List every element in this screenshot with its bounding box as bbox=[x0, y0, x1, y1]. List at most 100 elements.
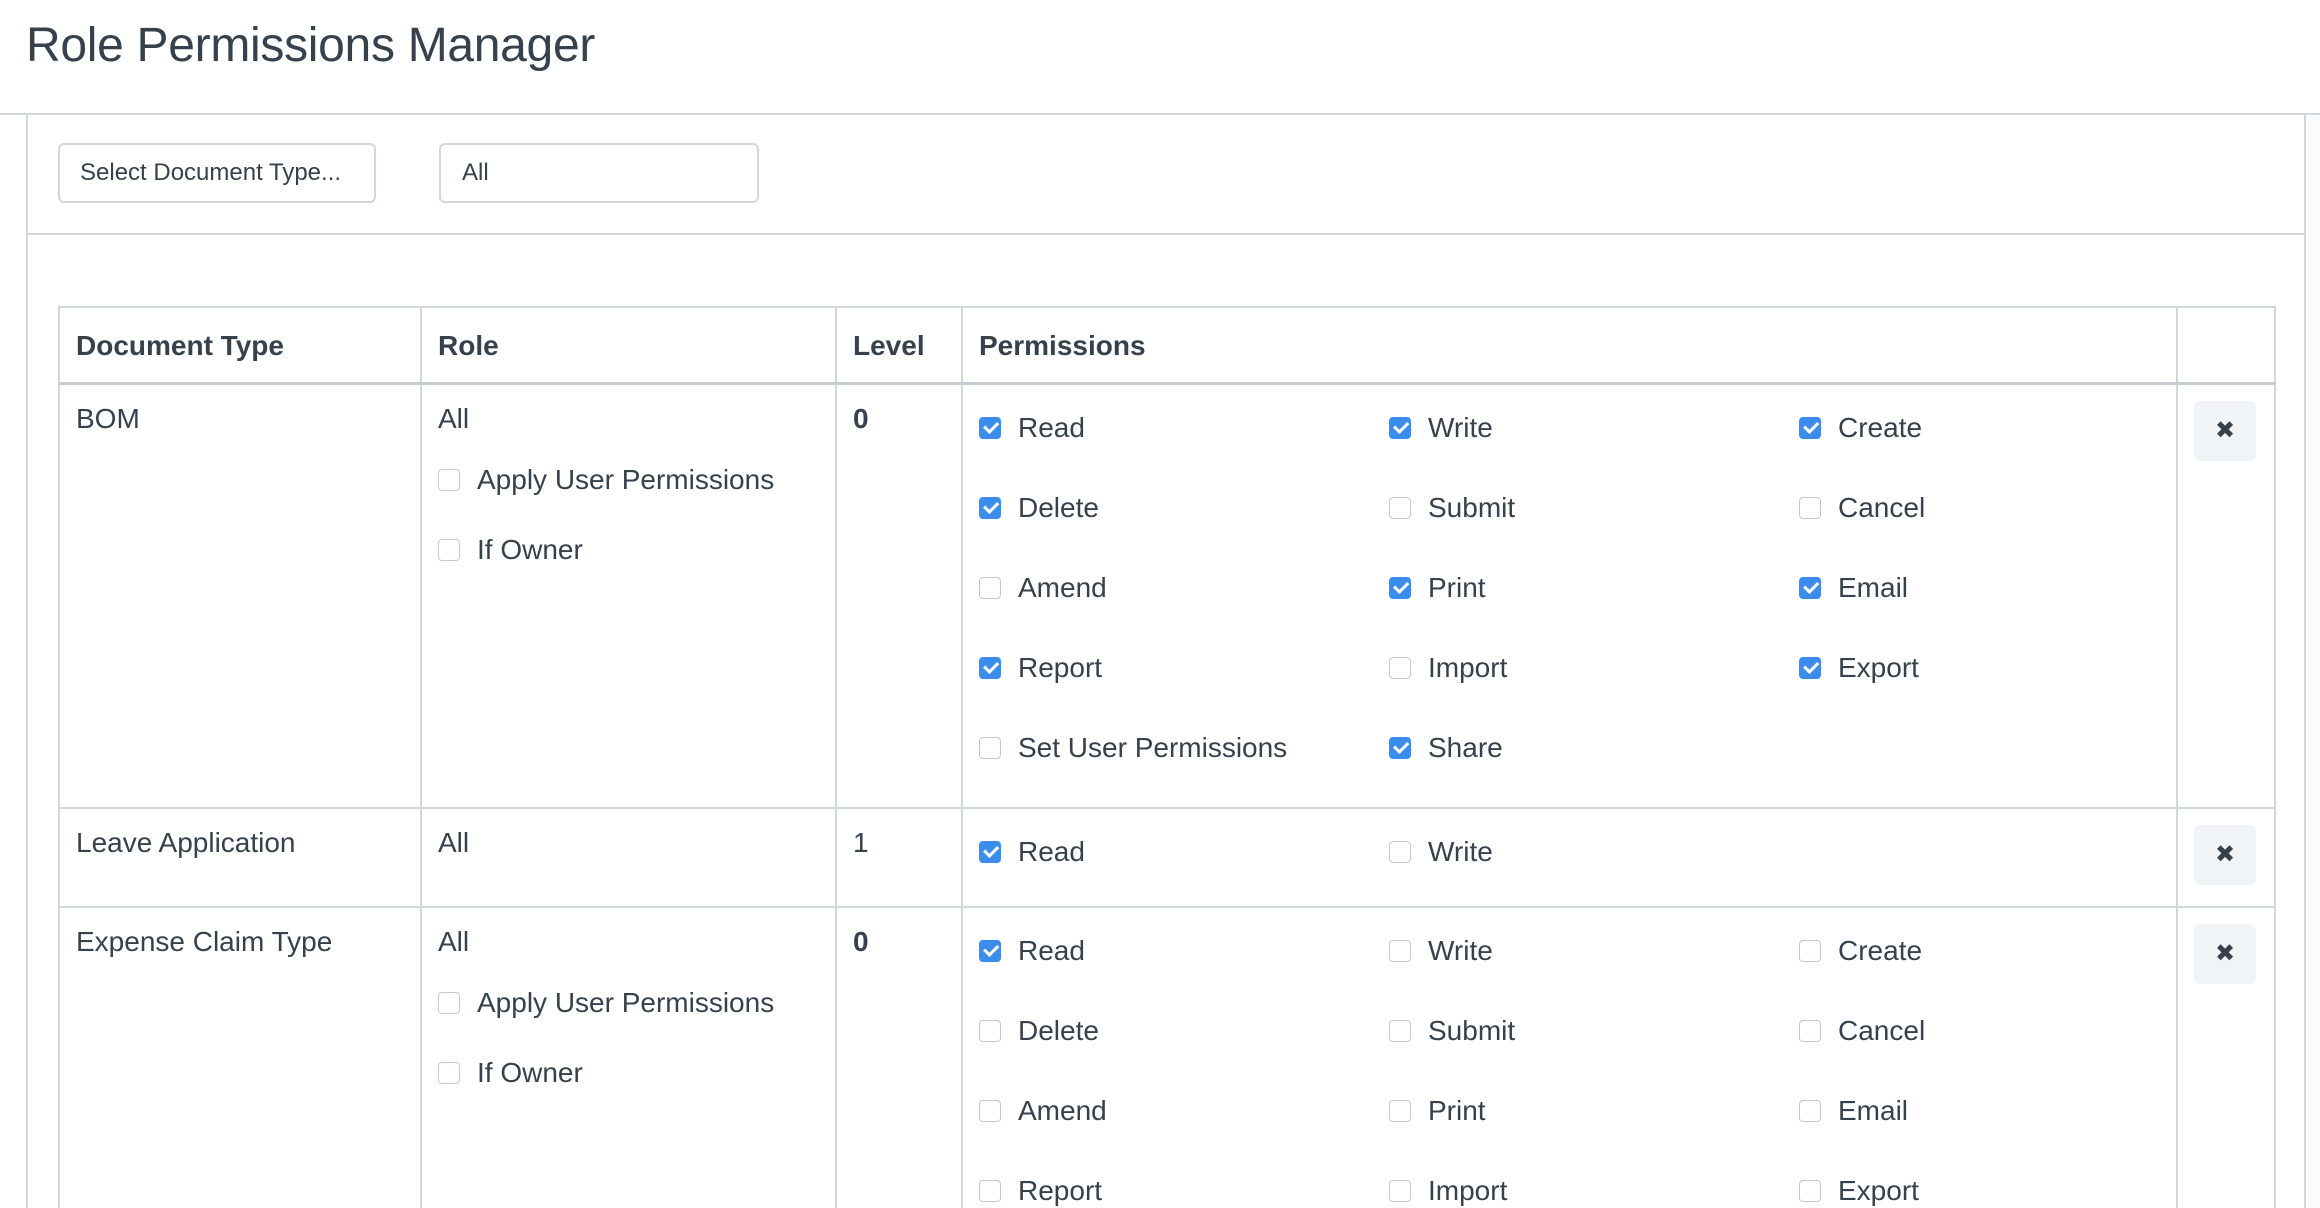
remove-permission-button[interactable]: ✖ bbox=[2194, 924, 2256, 984]
permission-amend[interactable]: Amend bbox=[979, 565, 1389, 611]
cancel-checkbox[interactable] bbox=[1799, 496, 1821, 519]
permission-share[interactable]: Share bbox=[1389, 725, 1799, 771]
read-checkbox[interactable] bbox=[979, 416, 1001, 439]
document-type-select[interactable]: Select Document Type... bbox=[58, 143, 376, 203]
permission-submit[interactable]: Submit bbox=[1389, 1008, 1799, 1054]
permission-delete[interactable]: Delete bbox=[979, 1008, 1389, 1054]
permission-read[interactable]: Read bbox=[979, 928, 1389, 974]
cell-actions: ✖ bbox=[2176, 382, 2276, 809]
role-option-label: If Owner bbox=[477, 533, 583, 565]
permission-label: Share bbox=[1428, 731, 1503, 763]
permission-label: Print bbox=[1428, 571, 1486, 603]
apply-user-permissions-checkbox[interactable] bbox=[438, 992, 460, 1014]
role-option-if-owner[interactable]: If Owner bbox=[438, 527, 835, 573]
permission-write[interactable]: Write bbox=[1389, 829, 1799, 875]
permission-label: Submit bbox=[1428, 491, 1516, 523]
cell-level: 0 bbox=[835, 906, 963, 1208]
role-option-apply-user-permissions[interactable]: Apply User Permissions bbox=[438, 457, 835, 503]
amend-checkbox[interactable] bbox=[979, 576, 1001, 599]
set-user-permissions-checkbox[interactable] bbox=[979, 736, 1001, 759]
permission-email[interactable]: Email bbox=[1799, 565, 2169, 611]
print-checkbox[interactable] bbox=[1389, 576, 1411, 599]
close-icon: ✖ bbox=[2214, 416, 2236, 444]
delete-checkbox[interactable] bbox=[979, 1020, 1001, 1042]
permission-import[interactable]: Import bbox=[1389, 645, 1799, 691]
cell-actions: ✖ bbox=[2176, 807, 2276, 908]
submit-checkbox[interactable] bbox=[1389, 1020, 1411, 1042]
permission-read[interactable]: Read bbox=[979, 829, 1389, 875]
submit-checkbox[interactable] bbox=[1389, 496, 1411, 519]
permission-label: Import bbox=[1428, 651, 1508, 683]
cell-actions: ✖ bbox=[2176, 906, 2276, 1208]
permission-amend[interactable]: Amend bbox=[979, 1088, 1389, 1134]
permission-export[interactable]: Export bbox=[1799, 1168, 2169, 1208]
write-checkbox[interactable] bbox=[1389, 416, 1411, 439]
email-checkbox[interactable] bbox=[1799, 1100, 1821, 1122]
import-checkbox[interactable] bbox=[1389, 1180, 1411, 1202]
print-checkbox[interactable] bbox=[1389, 1100, 1411, 1122]
if-owner-checkbox[interactable] bbox=[438, 538, 460, 561]
column-header-document-type: Document Type bbox=[58, 306, 422, 385]
permission-cancel[interactable]: Cancel bbox=[1799, 1008, 2169, 1054]
table-header-row: Document Type Role Level Permissions bbox=[58, 306, 2276, 385]
cell-permissions: Read Write Create Delete Submit Cancel Amend Pr… bbox=[961, 382, 2178, 809]
permission-delete[interactable]: Delete bbox=[979, 485, 1389, 531]
report-checkbox[interactable] bbox=[979, 656, 1001, 679]
column-header-permissions: Permissions bbox=[961, 306, 2178, 385]
amend-checkbox[interactable] bbox=[979, 1100, 1001, 1122]
permission-print[interactable]: Print bbox=[1389, 565, 1799, 611]
permission-create[interactable]: Create bbox=[1799, 405, 2169, 451]
delete-checkbox[interactable] bbox=[979, 496, 1001, 519]
permission-label: Write bbox=[1428, 411, 1493, 443]
write-checkbox[interactable] bbox=[1389, 940, 1411, 962]
role-option-label: If Owner bbox=[477, 1057, 583, 1088]
report-checkbox[interactable] bbox=[979, 1180, 1001, 1202]
export-checkbox[interactable] bbox=[1799, 1180, 1821, 1202]
permission-print[interactable]: Print bbox=[1389, 1088, 1799, 1134]
role-select[interactable]: All bbox=[439, 143, 759, 203]
read-checkbox[interactable] bbox=[979, 841, 1001, 863]
permission-email[interactable]: Email bbox=[1799, 1088, 2169, 1134]
permission-label: Report bbox=[1018, 1175, 1103, 1206]
permission-report[interactable]: Report bbox=[979, 645, 1389, 691]
email-checkbox[interactable] bbox=[1799, 576, 1821, 599]
remove-permission-button[interactable]: ✖ bbox=[2194, 825, 2256, 885]
read-checkbox[interactable] bbox=[979, 940, 1001, 962]
permission-report[interactable]: Report bbox=[979, 1168, 1389, 1208]
role-name: All bbox=[438, 926, 470, 957]
cell-document-type: Expense Claim Type bbox=[58, 906, 422, 1208]
permission-cancel[interactable]: Cancel bbox=[1799, 485, 2169, 531]
role-option-if-owner[interactable]: If Owner bbox=[438, 1050, 835, 1096]
permission-label: Write bbox=[1428, 836, 1493, 867]
page-header: Role Permissions Manager bbox=[0, 0, 2320, 115]
role-option-apply-user-permissions[interactable]: Apply User Permissions bbox=[438, 980, 835, 1026]
role-option-label: Apply User Permissions bbox=[477, 987, 775, 1018]
import-checkbox[interactable] bbox=[1389, 656, 1411, 679]
cell-document-type: BOM bbox=[58, 382, 422, 809]
permission-set-user-permissions[interactable]: Set User Permissions bbox=[979, 725, 1389, 771]
cancel-checkbox[interactable] bbox=[1799, 1020, 1821, 1042]
permission-submit[interactable]: Submit bbox=[1389, 485, 1799, 531]
permission-label: Delete bbox=[1018, 491, 1099, 523]
create-checkbox[interactable] bbox=[1799, 416, 1821, 439]
share-checkbox[interactable] bbox=[1389, 736, 1411, 759]
permission-import[interactable]: Import bbox=[1389, 1168, 1799, 1208]
permission-write[interactable]: Write bbox=[1389, 405, 1799, 451]
cell-permissions: Read Write Create Delete Submit Cancel Amend Pr… bbox=[961, 906, 2178, 1208]
apply-user-permissions-checkbox[interactable] bbox=[438, 468, 460, 491]
export-checkbox[interactable] bbox=[1799, 656, 1821, 679]
permission-label: Read bbox=[1018, 935, 1085, 966]
permission-write[interactable]: Write bbox=[1389, 928, 1799, 974]
permission-create[interactable]: Create bbox=[1799, 928, 2169, 974]
page-title: Role Permissions Manager bbox=[26, 19, 596, 72]
table-row: Leave Application All 1 Read Write ✖ bbox=[58, 807, 2276, 908]
write-checkbox[interactable] bbox=[1389, 841, 1411, 863]
permission-label: Report bbox=[1018, 651, 1103, 683]
create-checkbox[interactable] bbox=[1799, 940, 1821, 962]
permission-read[interactable]: Read bbox=[979, 405, 1389, 451]
permission-label: Import bbox=[1428, 1175, 1508, 1206]
permission-label: Email bbox=[1838, 1095, 1909, 1126]
if-owner-checkbox[interactable] bbox=[438, 1062, 460, 1084]
permission-export[interactable]: Export bbox=[1799, 645, 2169, 691]
remove-permission-button[interactable]: ✖ bbox=[2194, 400, 2256, 461]
